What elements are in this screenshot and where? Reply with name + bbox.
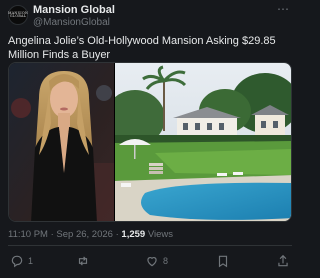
action-bar: 1 8 [0,251,300,271]
like-button[interactable]: 8 [145,251,168,271]
tweet-meta: 11:10 PM · Sep 26, 2026 · 1,259 Views [8,229,173,240]
avatar-logo-text: MANSION GLOBAL [7,10,29,18]
bookmark-icon [218,255,228,268]
tweet-date[interactable]: Sep 26, 2026 [56,229,113,240]
photo-person[interactable] [9,63,114,222]
tweet-time[interactable]: 11:10 PM [8,229,48,240]
more-options-icon[interactable]: ⋯ [277,2,290,16]
photo-mansion[interactable] [115,63,292,222]
reply-count: 1 [28,256,34,266]
retweet-button[interactable] [76,251,94,271]
share-icon [278,254,288,267]
tweet-card: MANSION GLOBAL Mansion Global @MansionGl… [0,0,300,278]
avatar[interactable]: MANSION GLOBAL [8,5,28,25]
tweet-media[interactable] [8,62,292,222]
bookmark-button[interactable] [216,251,234,271]
tweet-text: Angelina Jolie’s Old-Hollywood Mansion A… [8,35,276,61]
divider [8,245,292,246]
retweet-icon [78,256,88,266]
reply-button[interactable]: 1 [10,251,33,271]
account-handle[interactable]: @MansionGlobal [33,17,110,28]
views-label: Views [147,229,173,240]
like-count: 8 [163,256,169,266]
heart-icon [147,257,157,267]
views-count: 1,259 [121,229,146,240]
share-button[interactable] [276,251,290,271]
account-name[interactable]: Mansion Global [33,4,115,16]
reply-icon [11,255,23,268]
